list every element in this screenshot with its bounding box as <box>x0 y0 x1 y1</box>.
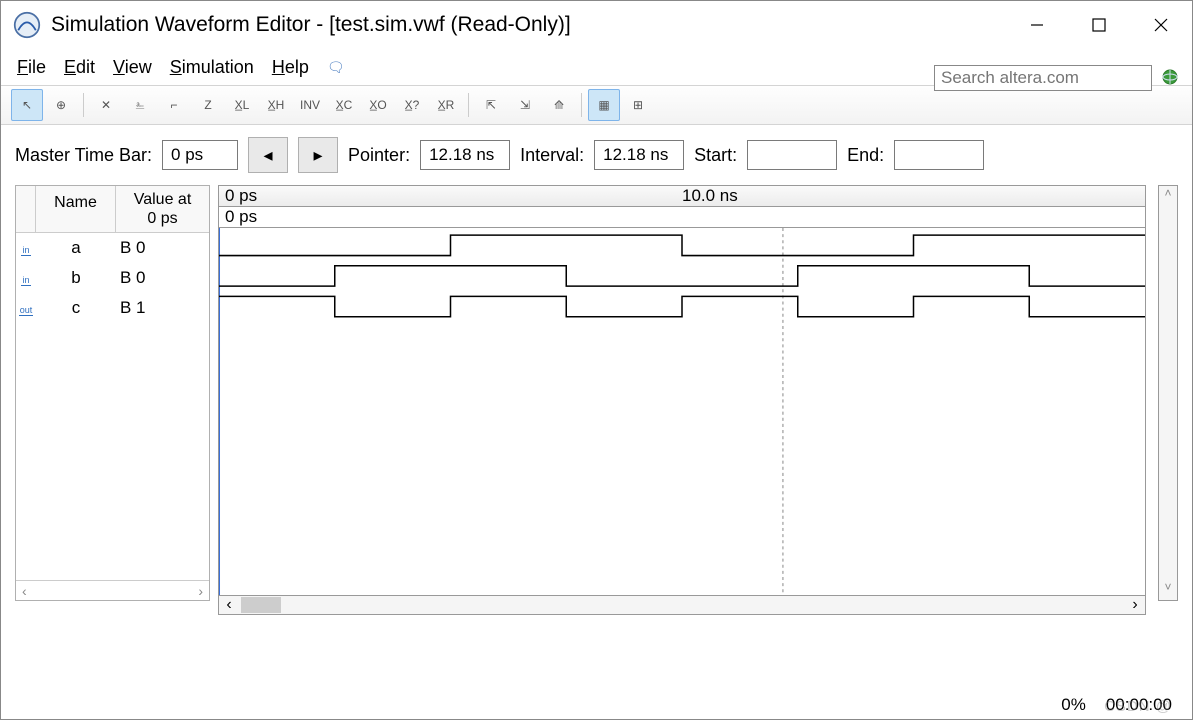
waveform-canvas[interactable] <box>218 228 1146 596</box>
signal-name: c <box>36 298 116 318</box>
step-left-button[interactable]: ◂ <box>248 137 288 173</box>
group-1[interactable]: ⇱ <box>475 89 507 121</box>
signal-header: Name Value at0 ps <box>16 186 209 233</box>
xq-tool[interactable]: X̲? <box>396 89 428 121</box>
xl-tool[interactable]: X̲L <box>226 89 258 121</box>
wave-a <box>219 235 1145 255</box>
menu-help[interactable]: Help <box>266 55 315 80</box>
time-controls: Master Time Bar: 0 ps ◂ ▸ Pointer: 12.18… <box>1 125 1192 185</box>
wave-c <box>219 296 1145 316</box>
signal-value: B 1 <box>116 298 209 318</box>
signal-hscroll[interactable]: ‹ › <box>16 580 209 600</box>
scroll-right-icon[interactable]: › <box>198 583 203 599</box>
time-sub-ruler[interactable]: 0 ps <box>218 207 1146 228</box>
master-time-bar-label: Master Time Bar: <box>15 145 152 166</box>
snaps-tool[interactable]: ⊞ <box>622 89 654 121</box>
minimize-button[interactable] <box>1006 1 1068 49</box>
ruler-mark-10ns: 10.0 ns <box>682 186 738 206</box>
col-name[interactable]: Name <box>36 186 116 232</box>
sub-ruler-origin: 0 ps <box>225 207 257 227</box>
xo-tool[interactable]: X̲O <box>362 89 394 121</box>
pointer-label: Pointer: <box>348 145 410 166</box>
scroll-down-icon[interactable]: ˅ <box>1159 580 1177 600</box>
window-title: Simulation Waveform Editor - [test.sim.v… <box>51 13 1006 37</box>
waveform-panel: 0 ps 10.0 ns 0 ps ‹ › <box>218 185 1146 601</box>
step-right-button[interactable]: ▸ <box>298 137 338 173</box>
menu-simulation[interactable]: Simulation <box>164 55 260 80</box>
waveform-hscroll[interactable]: ‹ › <box>218 596 1146 615</box>
window-controls <box>1006 1 1192 49</box>
pointer-field[interactable]: 12.18 ns <box>420 140 510 170</box>
group-3[interactable]: ⟰ <box>543 89 575 121</box>
signal-name: a <box>36 238 116 258</box>
end-label: End: <box>847 145 884 166</box>
xr-tool[interactable]: X̲R <box>430 89 462 121</box>
high-tool[interactable]: ⌐ <box>158 89 190 121</box>
statusbar: 0% 00:00:00 <box>1 691 1192 719</box>
time-ruler[interactable]: 0 ps 10.0 ns <box>218 185 1146 207</box>
interval-label: Interval: <box>520 145 584 166</box>
col-value[interactable]: Value at0 ps <box>116 186 209 232</box>
inv-tool[interactable]: INV <box>294 89 326 121</box>
end-field[interactable] <box>894 140 984 170</box>
maximize-button[interactable] <box>1068 1 1130 49</box>
waveform-vscroll[interactable]: ˄ ˅ <box>1158 185 1178 601</box>
start-field[interactable] <box>747 140 837 170</box>
signal-row[interactable]: in b B 0 <box>16 263 209 293</box>
close-button[interactable] <box>1130 1 1192 49</box>
signal-row[interactable]: out c B 1 <box>16 293 209 323</box>
scroll-right-icon[interactable]: › <box>1125 596 1145 614</box>
titlebar: Simulation Waveform Editor - [test.sim.v… <box>1 1 1192 49</box>
status-percent: 0% <box>1061 695 1086 715</box>
menu-file[interactable]: File <box>11 55 52 80</box>
signal-value: B 0 <box>116 238 209 258</box>
scroll-up-icon[interactable]: ˄ <box>1159 186 1177 206</box>
wave-b <box>219 266 1145 286</box>
help-bubble-icon[interactable]: 🗨 <box>321 57 351 78</box>
menu-edit[interactable]: Edit <box>58 55 101 80</box>
pointer-tool[interactable]: ↖ <box>11 89 43 121</box>
scroll-left-icon[interactable]: ‹ <box>22 583 27 599</box>
xx-tool[interactable]: ✕ <box>90 89 122 121</box>
start-label: Start: <box>694 145 737 166</box>
low-tool[interactable]: ⎁ <box>124 89 156 121</box>
menu-view[interactable]: View <box>107 55 158 80</box>
master-time-bar-field[interactable]: 0 ps <box>162 140 238 170</box>
app-icon <box>13 11 41 39</box>
z-tool[interactable]: Z <box>192 89 224 121</box>
interval-field[interactable]: 12.18 ns <box>594 140 684 170</box>
toolbar: ↖⊕ ✕⎁⌐ZX̲LX̲HINVX̲CX̲OX̲?X̲R ⇱⇲⟰ ▦⊞ <box>1 85 1192 125</box>
pin-in-icon: in <box>21 275 30 286</box>
signal-value: B 0 <box>116 268 209 288</box>
status-time: 00:00:00 <box>1106 695 1172 715</box>
ruler-origin: 0 ps <box>225 186 257 206</box>
group-2[interactable]: ⇲ <box>509 89 541 121</box>
scroll-thumb[interactable] <box>241 597 281 613</box>
zoom-tool[interactable]: ⊕ <box>45 89 77 121</box>
search-input[interactable] <box>934 65 1152 91</box>
pin-in-icon: in <box>21 245 30 256</box>
signal-panel: Name Value at0 ps in a B 0in b B 0out c … <box>15 185 210 601</box>
xh-tool[interactable]: X̲H <box>260 89 292 121</box>
grid-tool[interactable]: ▦ <box>588 89 620 121</box>
signal-row[interactable]: in a B 0 <box>16 233 209 263</box>
pin-out-icon: out <box>19 305 34 316</box>
scroll-left-icon[interactable]: ‹ <box>219 596 239 614</box>
signal-name: b <box>36 268 116 288</box>
main-area: Name Value at0 ps in a B 0in b B 0out c … <box>1 185 1192 615</box>
globe-icon[interactable] <box>1162 69 1178 85</box>
xc-tool[interactable]: X̲C <box>328 89 360 121</box>
